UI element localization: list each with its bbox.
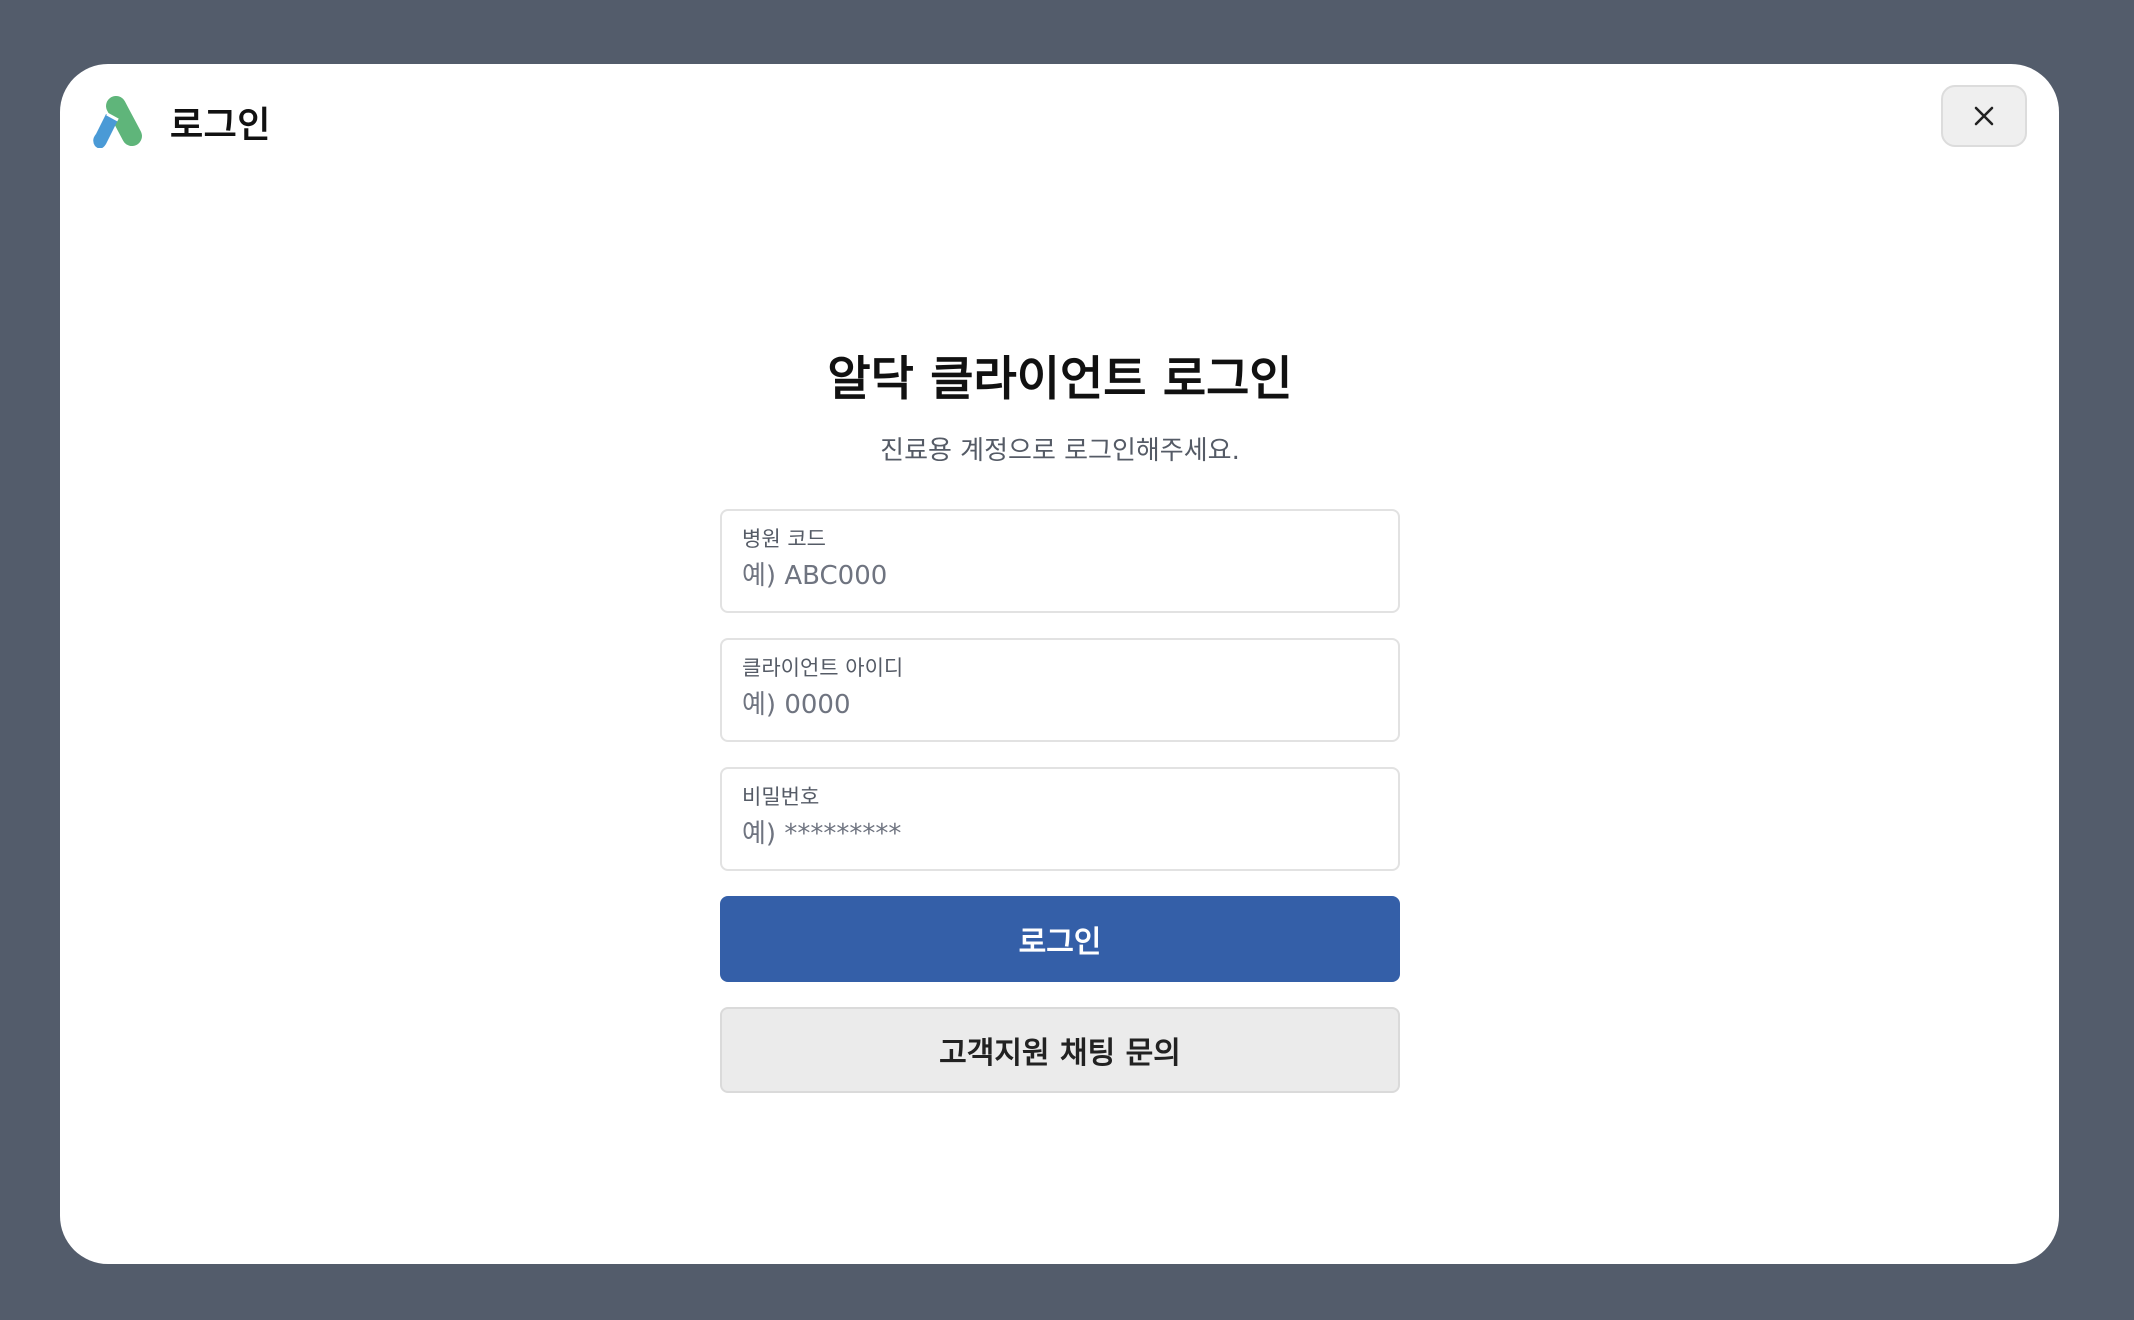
login-modal: 로그인 알닥 클라이언트 로그인 진료용 계정으로 로그인해주세요. 병원 코드… — [60, 64, 2059, 1264]
client-id-label: 클라이언트 아이디 — [742, 656, 904, 680]
password-input[interactable] — [742, 819, 1378, 849]
hospital-code-field[interactable]: 병원 코드 — [720, 509, 1400, 613]
close-icon — [1974, 106, 1994, 126]
hospital-code-label: 병원 코드 — [742, 527, 826, 551]
password-field[interactable]: 비밀번호 — [720, 767, 1400, 871]
login-button[interactable]: 로그인 — [720, 896, 1400, 982]
modal-header: 로그인 — [92, 92, 271, 152]
support-chat-button[interactable]: 고객지원 채팅 문의 — [720, 1007, 1400, 1093]
header-title: 로그인 — [170, 105, 271, 146]
close-button[interactable] — [1941, 85, 2027, 147]
client-id-input[interactable] — [742, 690, 1378, 720]
hospital-code-input[interactable] — [742, 561, 1378, 591]
login-form: 알닥 클라이언트 로그인 진료용 계정으로 로그인해주세요. 병원 코드 클라이… — [720, 347, 1400, 1093]
pill-logo-icon — [93, 96, 142, 148]
page-title: 알닥 클라이언트 로그인 — [827, 352, 1293, 407]
page-subtitle: 진료용 계정으로 로그인해주세요. — [880, 436, 1240, 466]
client-id-field[interactable]: 클라이언트 아이디 — [720, 638, 1400, 742]
password-label: 비밀번호 — [742, 785, 820, 809]
